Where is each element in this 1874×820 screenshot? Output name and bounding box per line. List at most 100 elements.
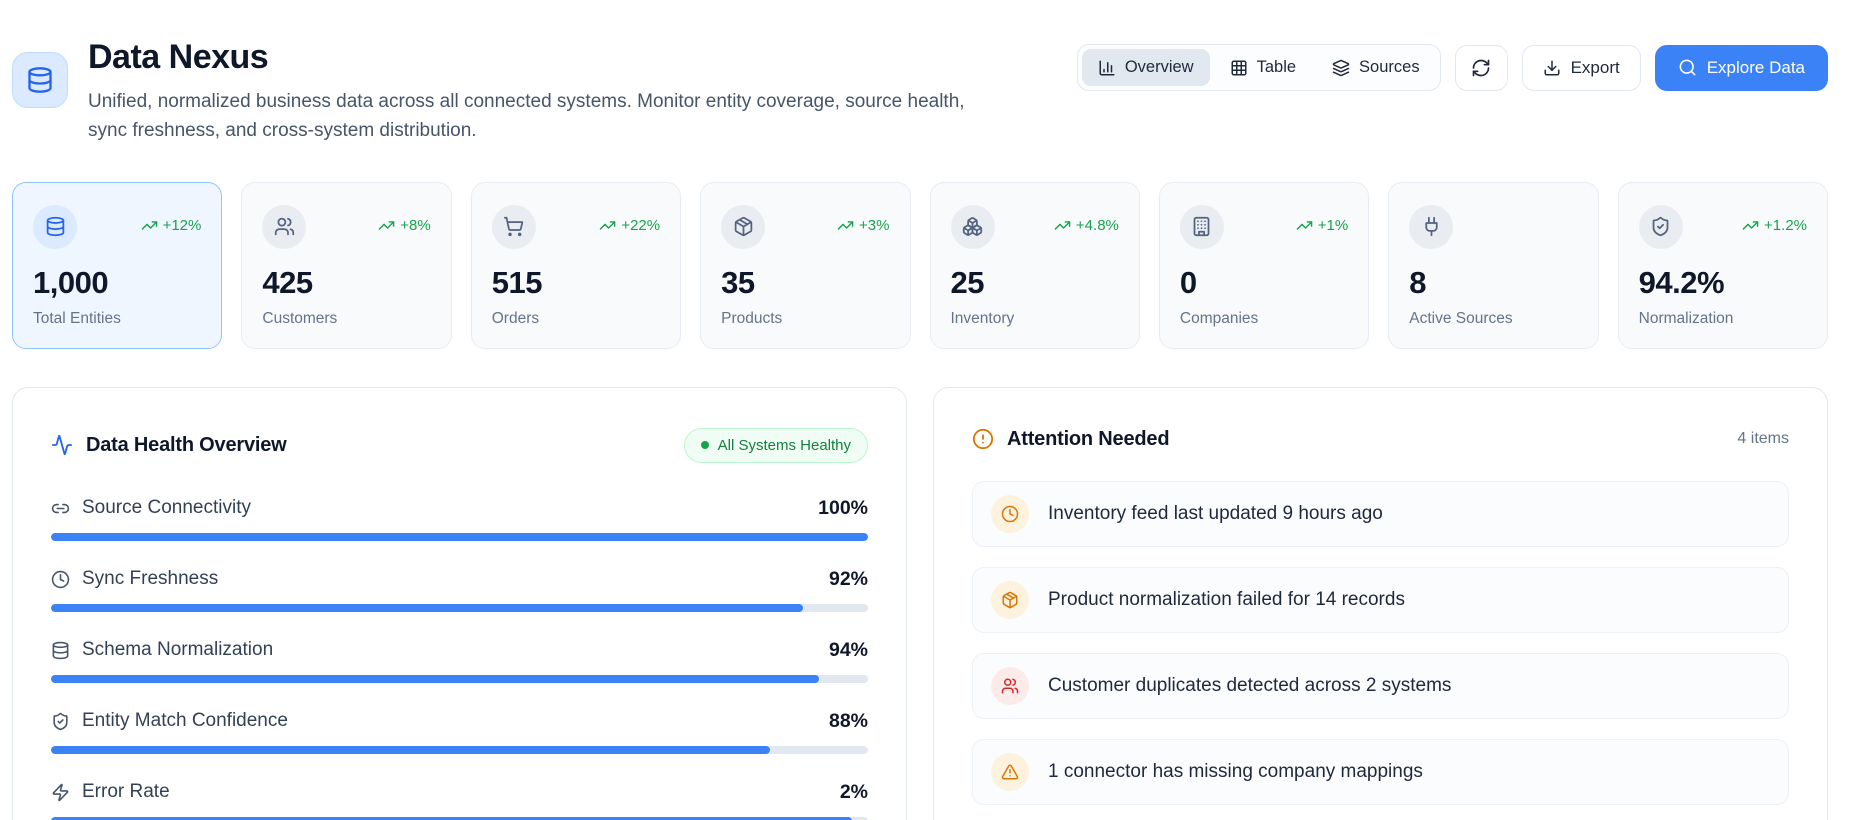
trend-value: +1% bbox=[1317, 216, 1349, 234]
alert-circle-icon bbox=[972, 429, 994, 450]
metric-value: 2% bbox=[839, 780, 868, 803]
shield-check-icon bbox=[1652, 217, 1669, 237]
stat-card-companies[interactable]: +1% 0 Companies bbox=[1158, 181, 1370, 349]
stat-icon-bubble bbox=[1179, 204, 1224, 249]
stat-icon-bubble bbox=[33, 204, 77, 249]
panels-row: Data Health Overview All Systems Healthy… bbox=[12, 386, 1828, 820]
stat-value: 515 bbox=[491, 264, 543, 300]
stat-card-products[interactable]: +3% 35 Products bbox=[700, 181, 911, 349]
refresh-icon bbox=[1471, 58, 1491, 78]
link-icon bbox=[51, 503, 70, 514]
stat-card-orders[interactable]: +22% 515 Orders bbox=[470, 181, 682, 349]
attention-item-1[interactable]: Inventory feed last updated 9 hours ago bbox=[972, 480, 1789, 547]
building-icon bbox=[1194, 217, 1210, 237]
stat-card-normalization[interactable]: +1.2% 94.2% Normalization bbox=[1617, 181, 1828, 349]
link-icon bbox=[51, 499, 70, 518]
explore-data-button[interactable]: Explore Data bbox=[1654, 44, 1828, 91]
header-actions: Overview Table Sources Export Explore Data bbox=[1076, 44, 1828, 91]
zap-icon bbox=[52, 783, 69, 802]
metric-sync-freshness: Sync Freshness 92% bbox=[51, 568, 868, 612]
users-icon bbox=[991, 666, 1029, 705]
metric-entity-match-confidence: Entity Match Confidence 88% bbox=[51, 710, 868, 754]
progress-fill bbox=[51, 603, 803, 612]
chart-column-icon bbox=[1099, 60, 1115, 75]
export-button[interactable]: Export bbox=[1521, 44, 1641, 91]
trend-badge: +22% bbox=[599, 217, 660, 234]
stat-label: Active Sources bbox=[1409, 309, 1513, 327]
boxes-icon bbox=[962, 217, 983, 237]
app-logo bbox=[12, 52, 68, 108]
progress-fill bbox=[51, 674, 819, 683]
tab-sources[interactable]: Sources bbox=[1316, 49, 1436, 86]
page-title: Data Nexus bbox=[88, 38, 269, 76]
cart-icon bbox=[504, 217, 524, 237]
metric-label: Entity Match Confidence bbox=[82, 710, 288, 732]
stat-icon-bubble bbox=[1638, 204, 1683, 249]
stat-card-active-sources[interactable]: 8 Active Sources bbox=[1388, 181, 1599, 349]
stat-icon-bubble bbox=[950, 204, 995, 249]
search-icon bbox=[1678, 58, 1697, 77]
package-icon bbox=[1002, 591, 1018, 609]
attention-count: 4 items bbox=[1737, 430, 1789, 448]
stats-row: +12% 1,000 Total Entities +8% 425 Customers +2… bbox=[12, 181, 1828, 349]
trend-badge: +12% bbox=[141, 217, 201, 234]
refresh-button[interactable] bbox=[1454, 44, 1508, 91]
attention-item-text: Inventory feed last updated 9 hours ago bbox=[1048, 502, 1383, 524]
trending-up-icon bbox=[379, 221, 395, 230]
tab-overview[interactable]: Overview bbox=[1081, 49, 1210, 86]
trend-badge: +1.2% bbox=[1742, 217, 1807, 234]
trend-badge: +3% bbox=[837, 217, 890, 234]
plug-icon bbox=[1425, 217, 1438, 237]
shield-check-icon bbox=[53, 712, 68, 731]
clock-icon bbox=[51, 570, 70, 589]
clock-icon bbox=[1001, 505, 1019, 523]
trend-badge: +4.8% bbox=[1054, 217, 1119, 234]
stat-card-customers[interactable]: +8% 425 Customers bbox=[241, 181, 452, 349]
stat-value: 0 bbox=[1179, 264, 1197, 300]
stat-card-total-entities[interactable]: +12% 1,000 Total Entities bbox=[12, 181, 223, 349]
stat-icon-bubble bbox=[491, 204, 536, 249]
stat-label: Total Entities bbox=[33, 309, 121, 327]
trending-up-icon bbox=[1054, 221, 1071, 230]
stat-label: Normalization bbox=[1638, 309, 1734, 327]
database-icon bbox=[26, 66, 54, 94]
export-button-label: Export bbox=[1570, 57, 1620, 77]
stat-value: 94.2% bbox=[1638, 264, 1725, 300]
trending-up-icon bbox=[1296, 221, 1313, 230]
stat-card-inventory[interactable]: +4.8% 25 Inventory bbox=[929, 181, 1140, 349]
progress-fill bbox=[51, 532, 868, 541]
attention-item-2[interactable]: Product normalization failed for 14 reco… bbox=[972, 566, 1789, 633]
users-icon bbox=[274, 218, 294, 236]
alert-triangle-icon bbox=[1001, 764, 1019, 780]
trend-value: +8% bbox=[400, 216, 431, 234]
status-dot-icon bbox=[700, 441, 709, 450]
attention-item-4[interactable]: 1 connector has missing company mappings bbox=[972, 738, 1789, 805]
progress-track bbox=[51, 603, 868, 612]
stat-value: 425 bbox=[262, 264, 313, 300]
attention-list: Inventory feed last updated 9 hours ago P… bbox=[972, 480, 1789, 805]
clock-icon bbox=[51, 570, 70, 589]
tab-table[interactable]: Table bbox=[1214, 49, 1312, 86]
attention-item-text: Product normalization failed for 14 reco… bbox=[1048, 588, 1405, 610]
metric-label: Sync Freshness bbox=[82, 568, 219, 590]
stat-label: Inventory bbox=[950, 309, 1015, 327]
table-icon bbox=[1231, 60, 1247, 75]
metric-label: Source Connectivity bbox=[82, 497, 251, 519]
clock-icon bbox=[991, 494, 1029, 533]
header-branding: Data Nexus Unified, normalized business … bbox=[12, 38, 968, 146]
metric-error-rate: Error Rate 2% bbox=[51, 781, 868, 820]
stat-icon-bubble bbox=[1409, 204, 1454, 249]
explore-data-button-label: Explore Data bbox=[1706, 57, 1805, 77]
progress-track bbox=[51, 745, 868, 754]
database-icon bbox=[52, 641, 69, 660]
download-icon bbox=[1543, 59, 1561, 77]
tab-label: Table bbox=[1256, 58, 1297, 76]
attention-item-3[interactable]: Customer duplicates detected across 2 sy… bbox=[972, 652, 1789, 719]
shield-check-icon bbox=[51, 712, 70, 731]
trend-value: +22% bbox=[621, 216, 661, 234]
alert-triangle-icon bbox=[991, 752, 1029, 791]
health-panel-title: Data Health Overview bbox=[86, 433, 287, 456]
database-icon bbox=[51, 641, 70, 660]
progress-track bbox=[51, 532, 868, 541]
stat-value: 8 bbox=[1409, 264, 1426, 300]
